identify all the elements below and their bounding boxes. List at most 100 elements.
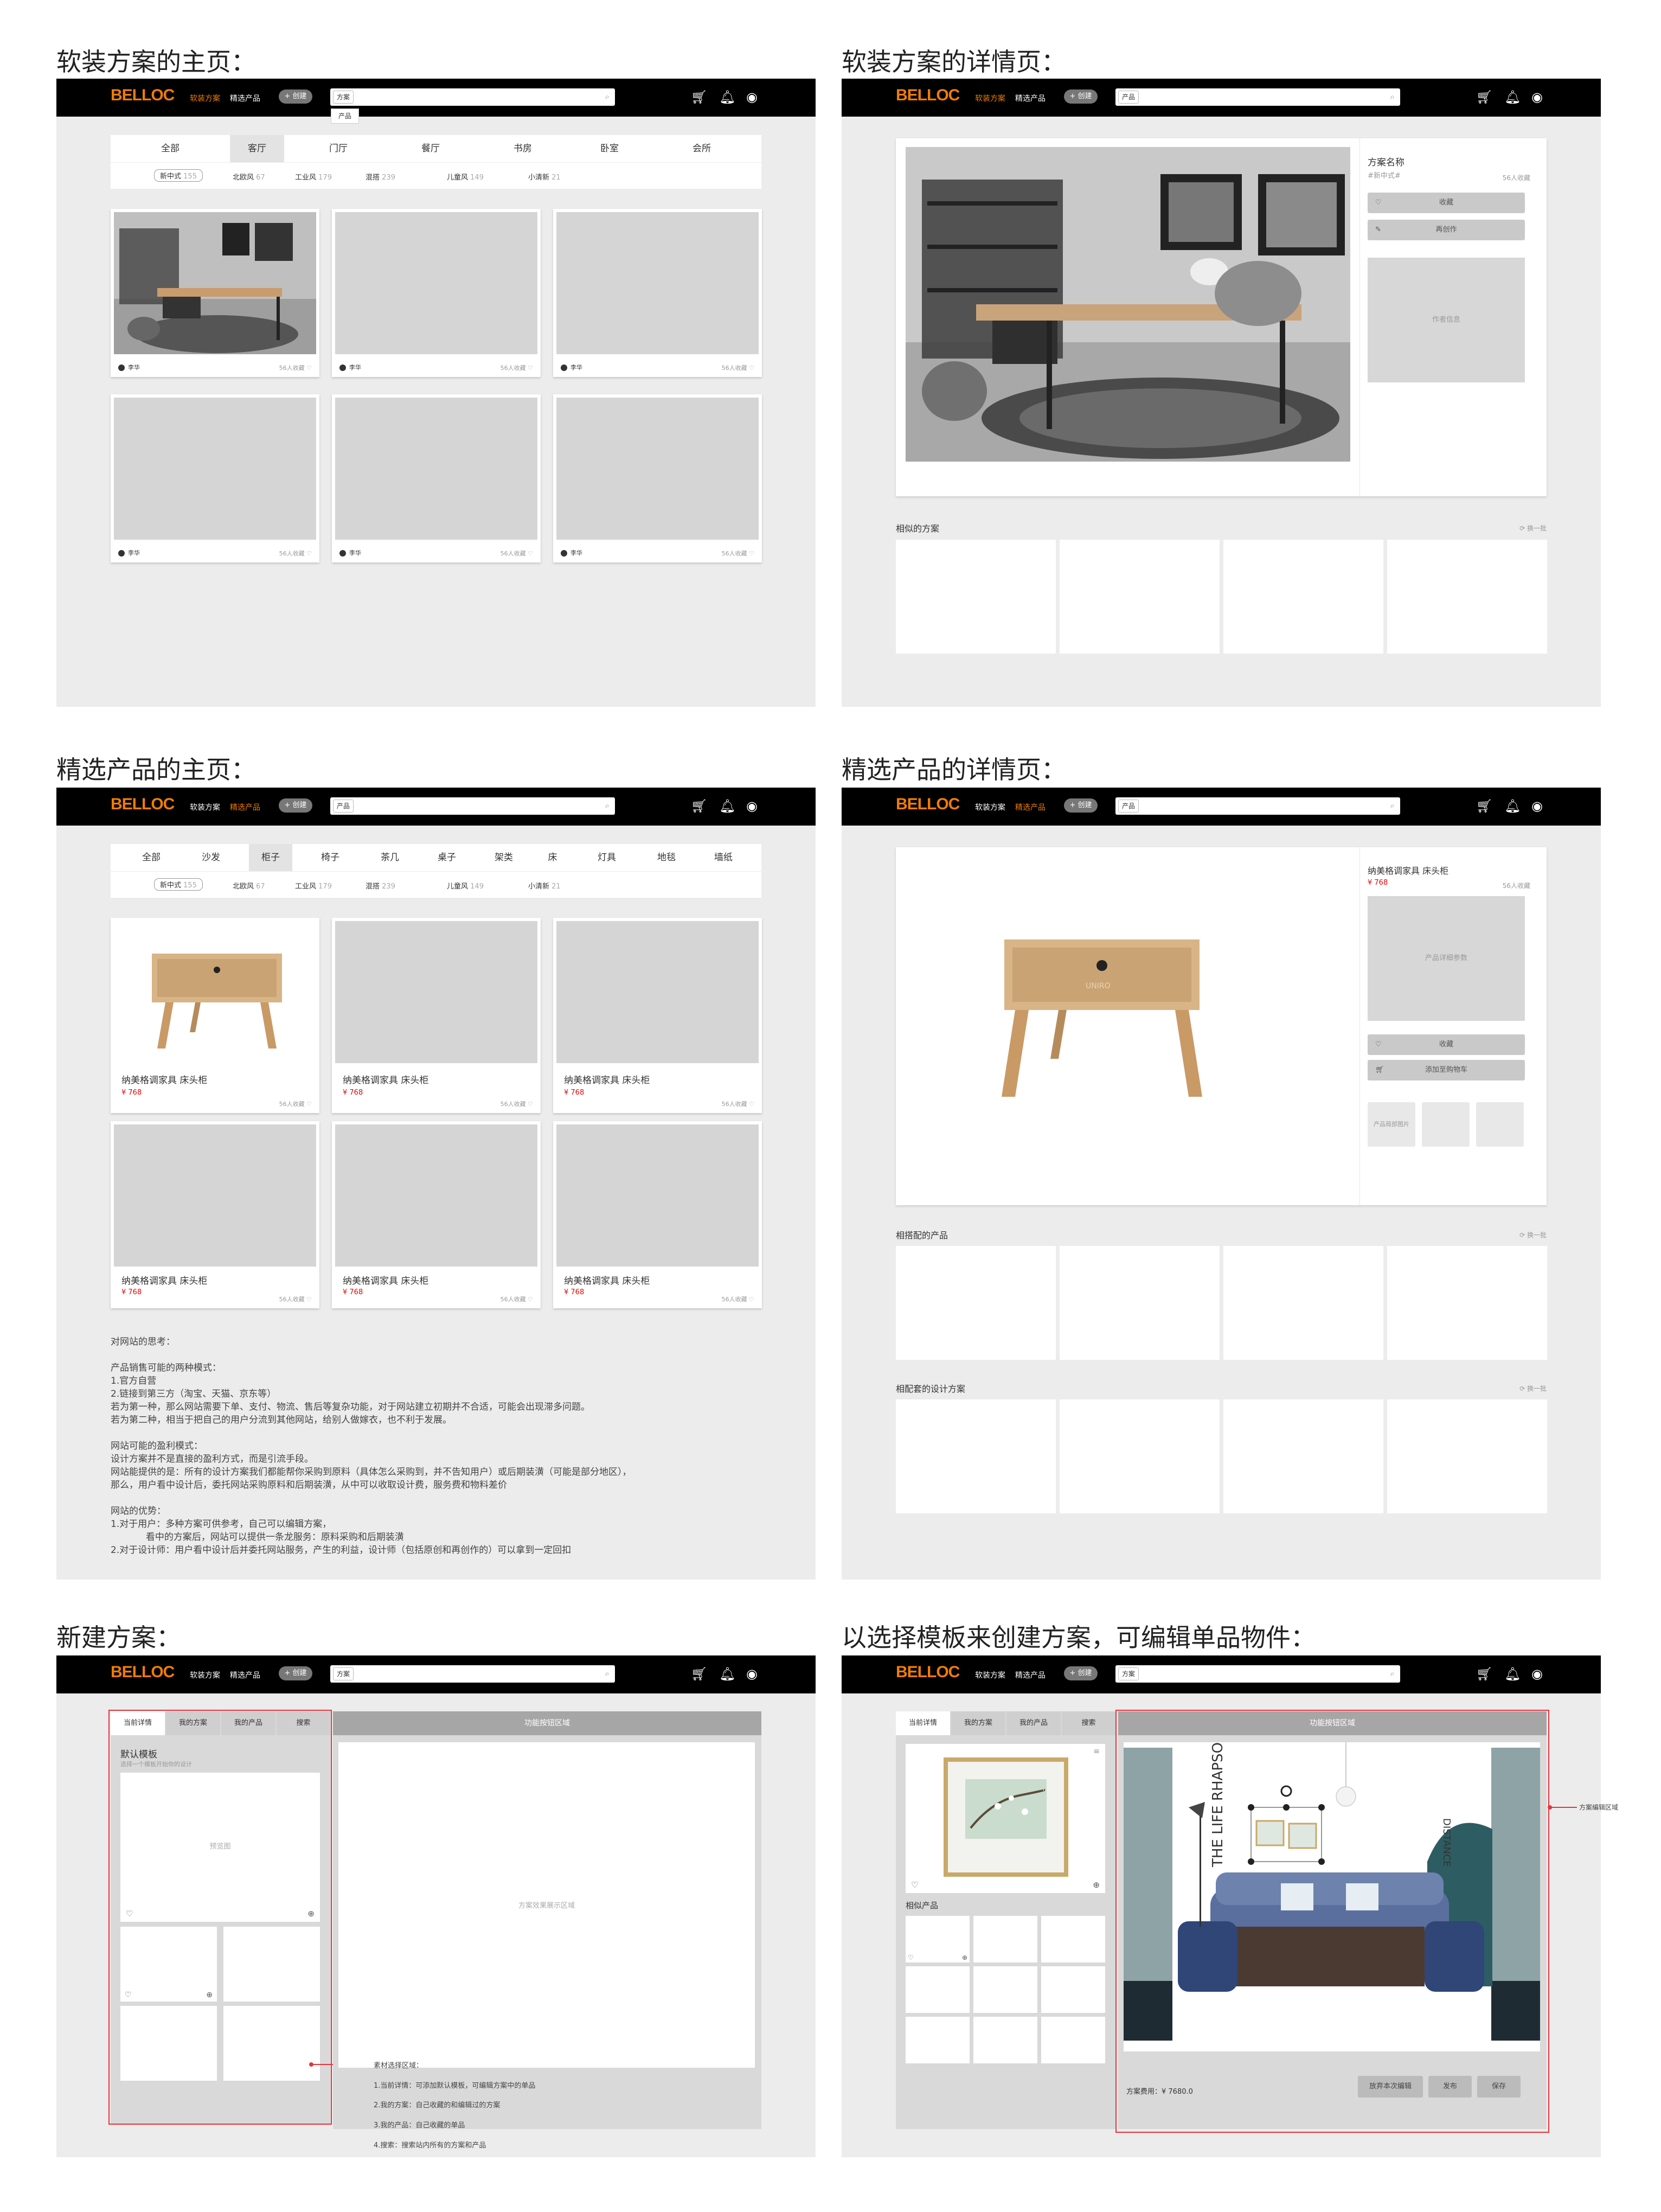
search-icon[interactable]: ⌕ (1390, 92, 1395, 101)
filter-item[interactable]: 小清新 21 (528, 171, 561, 182)
matching-plan-slot[interactable] (1223, 1399, 1383, 1513)
similar-product-slot[interactable] (973, 1916, 1037, 1962)
user-icon[interactable]: ◉ (746, 1666, 758, 1682)
cart-icon[interactable]: 🛒︎ (1476, 798, 1492, 814)
matching-plan-slot[interactable] (1060, 1399, 1220, 1513)
nav-products-link[interactable]: 精选产品 (1015, 802, 1046, 813)
bell-icon[interactable]: 🔔︎ (719, 1666, 735, 1682)
plan-card[interactable]: 李华 56人收藏 ♡ (332, 209, 541, 377)
card-fav-count[interactable]: 56人收藏 ♡ (501, 363, 533, 372)
tab-tea-table[interactable]: 茶几 (371, 844, 409, 871)
search-input[interactable]: 产品 ⌕ (1115, 88, 1400, 106)
collect-button[interactable]: ♡ 收藏 (1368, 193, 1525, 213)
search-input[interactable]: 产品 ⌕ (330, 797, 615, 815)
search-icon[interactable]: ⌕ (605, 801, 610, 810)
filter-item[interactable]: 工业风 179 (295, 171, 332, 182)
nav-products-link[interactable]: 精选产品 (230, 802, 260, 813)
similar-product-slot[interactable] (1041, 1916, 1105, 1962)
matching-plan-slot[interactable] (1387, 1399, 1547, 1513)
user-icon[interactable]: ◉ (1531, 89, 1543, 105)
cart-icon[interactable]: 🛒︎ (691, 798, 707, 814)
plan-card[interactable]: 李华 56人收藏 ♡ (332, 394, 541, 562)
filter-item[interactable]: 儿童风 149 (447, 171, 484, 182)
search-input[interactable]: 产品 ⌕ (1115, 797, 1400, 815)
tab-carpet[interactable]: 地毯 (647, 844, 685, 871)
bell-icon[interactable]: 🔔︎ (1504, 798, 1521, 814)
add-to-cart-button[interactable]: 🛒︎ 添加至购物车 (1368, 1060, 1525, 1081)
bell-icon[interactable]: 🔔︎ (1504, 89, 1521, 105)
tab-current-detail[interactable]: 当前详情 (896, 1711, 950, 1735)
search-type-tag[interactable]: 方案 (333, 91, 354, 104)
filter-item[interactable]: 工业风 179 (295, 880, 332, 891)
card-fav-count[interactable]: 56人收藏 ♡ (722, 1295, 754, 1303)
tab-bed[interactable]: 床 (536, 844, 569, 871)
tab-desk[interactable]: 桌子 (428, 844, 466, 871)
refresh-link[interactable]: ⟳ 换一批 (1519, 1384, 1547, 1393)
matching-product-slot[interactable] (1223, 1246, 1383, 1360)
similar-plan-slot[interactable] (1060, 540, 1220, 654)
filter-item[interactable]: 新中式 155 (154, 878, 203, 891)
create-button[interactable]: + 创建 (1064, 1666, 1098, 1680)
tab-wallpaper[interactable]: 墙纸 (704, 844, 742, 871)
cart-icon[interactable]: 🛒︎ (1476, 89, 1492, 105)
tab-study[interactable]: 书房 (496, 135, 550, 162)
tab-dining[interactable]: 餐厅 (403, 135, 458, 162)
heart-icon[interactable]: ♡ (908, 1954, 914, 1961)
similar-plan-slot[interactable] (896, 540, 1056, 654)
tab-living-room[interactable]: 客厅 (230, 135, 284, 162)
nav-products-link[interactable]: 精选产品 (230, 93, 260, 104)
cart-icon[interactable]: 🛒︎ (691, 89, 707, 105)
tab-all[interactable]: 全部 (132, 844, 170, 871)
plan-card[interactable]: 李华 56人收藏 ♡ (553, 209, 762, 377)
user-icon[interactable]: ◉ (1531, 798, 1543, 814)
nav-plans-link[interactable]: 软装方案 (190, 93, 220, 104)
refresh-link[interactable]: ⟳ 换一批 (1519, 523, 1547, 533)
product-thumb[interactable] (1476, 1102, 1524, 1147)
similar-product-slot[interactable] (906, 1966, 970, 2013)
product-card[interactable]: 纳美格调家具 床头柜 ¥ 768 56人收藏 ♡ (111, 1121, 319, 1308)
tab-all[interactable]: 全部 (143, 135, 197, 162)
card-fav-count[interactable]: 56人收藏 ♡ (501, 1099, 533, 1108)
create-button[interactable]: + 创建 (1064, 89, 1098, 104)
search-type-tag[interactable]: 产品 (1118, 800, 1139, 813)
recreate-button[interactable]: ✎ 再创作 (1368, 220, 1525, 240)
tab-club[interactable]: 会所 (675, 135, 729, 162)
user-icon[interactable]: ◉ (1531, 1666, 1543, 1682)
product-card[interactable]: 纳美格调家具 床头柜 ¥ 768 56人收藏 ♡ (553, 1121, 762, 1308)
logo[interactable]: BELLOC (111, 86, 175, 105)
product-thumb[interactable]: 产品局部图片 (1368, 1102, 1415, 1147)
bell-icon[interactable]: 🔔︎ (719, 89, 735, 105)
tab-sofa[interactable]: 沙发 (192, 844, 230, 871)
tab-search[interactable]: 搜索 (1062, 1711, 1115, 1735)
matching-product-slot[interactable] (896, 1246, 1056, 1360)
product-card[interactable]: 纳美格调家具 床头柜 ¥ 768 56人收藏 ♡ (111, 918, 319, 1113)
create-button[interactable]: + 创建 (279, 89, 312, 104)
nav-plans-link[interactable]: 软装方案 (975, 93, 1005, 104)
menu-icon[interactable]: ≡ (1093, 1747, 1100, 1756)
logo[interactable]: BELLOC (896, 1663, 960, 1682)
tab-foyer[interactable]: 门厅 (311, 135, 365, 162)
cart-icon[interactable]: 🛒︎ (1476, 1666, 1492, 1682)
nav-products-link[interactable]: 精选产品 (1015, 1670, 1046, 1680)
create-button[interactable]: + 创建 (1064, 798, 1098, 813)
search-icon[interactable]: ⌕ (605, 92, 610, 101)
tab-bedroom[interactable]: 卧室 (582, 135, 637, 162)
search-input[interactable]: 方案 ⌕ (1115, 1665, 1400, 1683)
user-icon[interactable]: ◉ (746, 89, 758, 105)
card-fav-count[interactable]: 56人收藏 ♡ (501, 1295, 533, 1303)
collect-button[interactable]: ♡ 收藏 (1368, 1034, 1525, 1055)
plan-card[interactable]: 李华 56人收藏 ♡ (553, 394, 762, 562)
search-type-tag[interactable]: 方案 (1118, 1667, 1139, 1680)
filter-item[interactable]: 混搭 239 (365, 880, 395, 891)
card-fav-count[interactable]: 56人收藏 ♡ (279, 549, 312, 558)
product-thumb[interactable] (1422, 1102, 1470, 1147)
product-card[interactable]: 纳美格调家具 床头柜 ¥ 768 56人收藏 ♡ (332, 918, 541, 1113)
similar-product-slot[interactable] (1041, 1966, 1105, 2013)
card-fav-count[interactable]: 56人收藏 ♡ (722, 1099, 754, 1108)
card-fav-count[interactable]: 56人收藏 ♡ (279, 363, 312, 372)
card-fav-count[interactable]: 56人收藏 ♡ (279, 1295, 312, 1303)
user-icon[interactable]: ◉ (746, 798, 758, 814)
selected-item-preview[interactable]: ≡ ♡ ⊕ (906, 1744, 1105, 1893)
refresh-link[interactable]: ⟳ 换一批 (1519, 1230, 1547, 1239)
heart-icon[interactable]: ♡ (911, 1880, 918, 1890)
